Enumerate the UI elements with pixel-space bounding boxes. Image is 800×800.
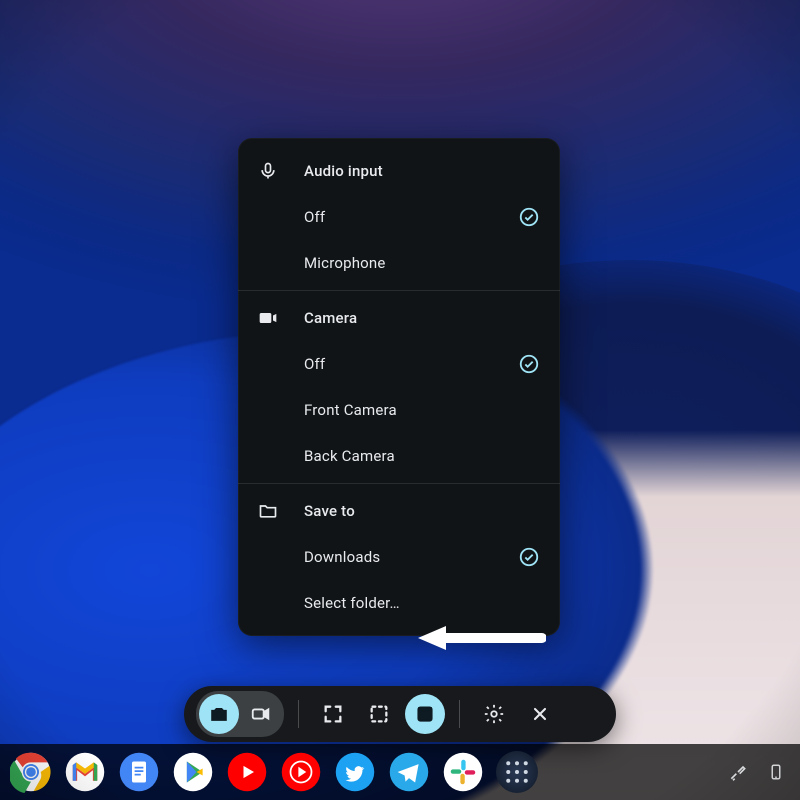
app-slack[interactable] [442,751,484,793]
section-audio-input: Audio input Off Microphone [238,144,560,290]
audio-input-title: Audio input [304,162,540,180]
capture-mode-segment [196,691,284,737]
window-capture-button[interactable] [405,694,445,734]
close-button[interactable] [520,694,560,734]
capture-settings-popup: Audio input Off Microphone Camera [238,138,560,636]
save-to-header: Save to [238,488,560,534]
audio-option-microphone[interactable]: Microphone [238,240,560,286]
record-mode-button[interactable] [241,694,281,734]
app-telegram[interactable] [388,751,430,793]
check-icon [518,546,540,568]
section-camera: Camera Off Front Camera Back Camera [238,290,560,483]
app-youtube[interactable] [226,751,268,793]
screen-capture-toolbar [184,686,616,742]
desktop-wallpaper: Audio input Off Microphone Camera [0,0,800,800]
camera-header: Camera [238,295,560,341]
phone-tablet-icon[interactable] [766,762,786,782]
settings-button[interactable] [474,694,514,734]
partial-capture-button[interactable] [359,694,399,734]
camera-option-back[interactable]: Back Camera [238,433,560,479]
app-gmail[interactable] [64,751,106,793]
save-to-title: Save to [304,502,540,520]
audio-input-header: Audio input [238,148,560,194]
camera-title: Camera [304,309,540,327]
videocam-icon [258,308,304,328]
check-icon [518,206,540,228]
toolbar-divider [459,700,460,728]
save-option-select-folder[interactable]: Select folder… [238,580,560,626]
folder-icon [258,501,304,521]
toolbar-divider [298,700,299,728]
app-docs[interactable] [118,751,160,793]
app-youtube-music[interactable] [280,751,322,793]
app-grid[interactable] [496,751,538,793]
shelf-tray [728,762,800,782]
shelf [0,744,800,800]
app-chrome[interactable] [10,751,52,793]
audio-option-off[interactable]: Off [238,194,560,240]
fullscreen-capture-button[interactable] [313,694,353,734]
save-option-downloads[interactable]: Downloads [238,534,560,580]
check-icon [518,353,540,375]
mic-icon [258,161,304,181]
eyedropper-icon[interactable] [728,762,748,782]
app-twitter[interactable] [334,751,376,793]
camera-option-off[interactable]: Off [238,341,560,387]
app-play-store[interactable] [172,751,214,793]
camera-option-front[interactable]: Front Camera [238,387,560,433]
section-save-to: Save to Downloads Select folder… [238,483,560,630]
screenshot-mode-button[interactable] [199,694,239,734]
